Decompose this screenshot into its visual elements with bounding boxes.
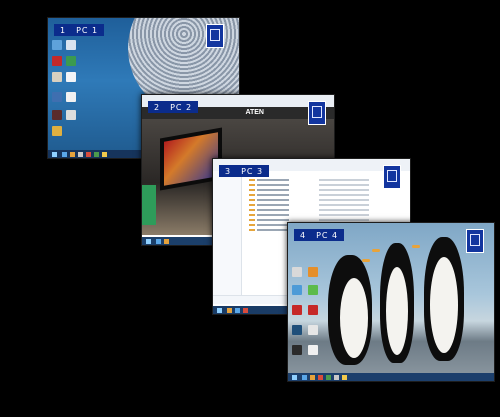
file-row[interactable] (249, 214, 369, 216)
pc-3-number: 3 (225, 166, 232, 176)
taskbar-app-icon[interactable] (78, 152, 83, 157)
desktop-shortcut-icon[interactable] (308, 325, 318, 335)
pc-2-number: 2 (154, 102, 161, 112)
taskbar-app-icon[interactable] (94, 152, 99, 157)
taskbar-app-icon[interactable] (310, 375, 315, 380)
pc-2-label: 2 PC 2 (148, 101, 199, 113)
desktop-shortcut-icon[interactable] (308, 285, 318, 295)
pc-1-label: 1 PC 1 (54, 24, 105, 36)
explorer-nav-pane (213, 171, 242, 304)
pc-2-name: PC 2 (170, 102, 193, 112)
desktop-shortcut-icon[interactable] (292, 267, 302, 277)
penguin-beak (412, 245, 420, 248)
taskbar-app-icon[interactable] (62, 152, 67, 157)
pc-3-name: PC 3 (241, 166, 264, 176)
desktop-shortcut-icon[interactable] (66, 56, 76, 66)
start-icon[interactable] (146, 239, 151, 244)
taskbar-app-icon[interactable] (227, 308, 232, 313)
monitor-icon[interactable] (383, 165, 401, 189)
taskbar-app-icon[interactable] (86, 152, 91, 157)
pc-3-label: 3 PC 3 (219, 165, 270, 177)
desktop-shortcut-icon[interactable] (66, 110, 76, 120)
taskbar-app-icon[interactable] (235, 308, 240, 313)
desktop-shortcut-icon[interactable] (66, 72, 76, 82)
file-row[interactable] (249, 189, 369, 191)
penguin-beak (372, 249, 380, 252)
desktop-shortcut-icon[interactable] (308, 345, 318, 355)
file-row[interactable] (249, 204, 369, 206)
taskbar-app-icon[interactable] (318, 375, 323, 380)
desktop-shortcut-icon[interactable] (66, 40, 76, 50)
desktop-shortcut-icon[interactable] (292, 285, 302, 295)
desktop-shortcut-icon[interactable] (52, 110, 62, 120)
penguin-beak (362, 259, 370, 262)
desktop-shortcut-icon[interactable] (308, 305, 318, 315)
taskbar-app-icon[interactable] (156, 239, 161, 244)
desktop-shortcut-icon[interactable] (292, 305, 302, 315)
desktop-shortcut-icon[interactable] (52, 72, 62, 82)
taskbar-app-icon[interactable] (302, 375, 307, 380)
penguin-belly (340, 278, 368, 358)
taskbar-app-icon[interactable] (342, 375, 347, 380)
taskbar-app-icon[interactable] (70, 152, 75, 157)
taskbar-app-icon[interactable] (326, 375, 331, 380)
taskbar-app-icon[interactable] (334, 375, 339, 380)
start-icon[interactable] (292, 375, 297, 380)
desktop-shortcut-icon[interactable] (52, 40, 62, 50)
desktop-shortcut-icon[interactable] (308, 267, 318, 277)
folder-icon[interactable] (52, 126, 62, 136)
monitor-icon[interactable] (466, 229, 484, 253)
pc-1-name: PC 1 (76, 25, 99, 35)
penguin-belly (430, 257, 458, 353)
pc-4-name: PC 4 (316, 230, 339, 240)
file-row[interactable] (249, 209, 369, 211)
desktop-shortcut-icon[interactable] (52, 92, 62, 102)
file-row[interactable] (249, 184, 369, 186)
taskbar-app-icon[interactable] (243, 308, 248, 313)
file-row[interactable] (249, 179, 369, 181)
desktop-shortcut-icon[interactable] (66, 92, 76, 102)
start-icon[interactable] (217, 308, 222, 313)
pc-4-screen[interactable]: 4 PC 4 (287, 222, 495, 382)
brand-logo: ATEN (245, 109, 264, 116)
desktop-shortcut-icon[interactable] (292, 345, 302, 355)
monitor-icon[interactable] (206, 24, 224, 48)
desktop-shortcut-icon[interactable] (52, 56, 62, 66)
start-icon[interactable] (52, 152, 57, 157)
penguin-belly (386, 267, 408, 355)
file-row[interactable] (249, 194, 369, 196)
pc-4-label: 4 PC 4 (294, 229, 345, 241)
taskbar-app-icon[interactable] (102, 152, 107, 157)
side-widget (142, 185, 156, 225)
pc-1-number: 1 (60, 25, 67, 35)
taskbar-app-icon[interactable] (164, 239, 169, 244)
taskbar (288, 373, 494, 381)
file-row[interactable] (249, 219, 369, 221)
desktop-shortcut-icon[interactable] (292, 325, 302, 335)
monitor-icon[interactable] (308, 101, 326, 125)
file-row[interactable] (249, 199, 369, 201)
pc-4-number: 4 (300, 230, 307, 240)
